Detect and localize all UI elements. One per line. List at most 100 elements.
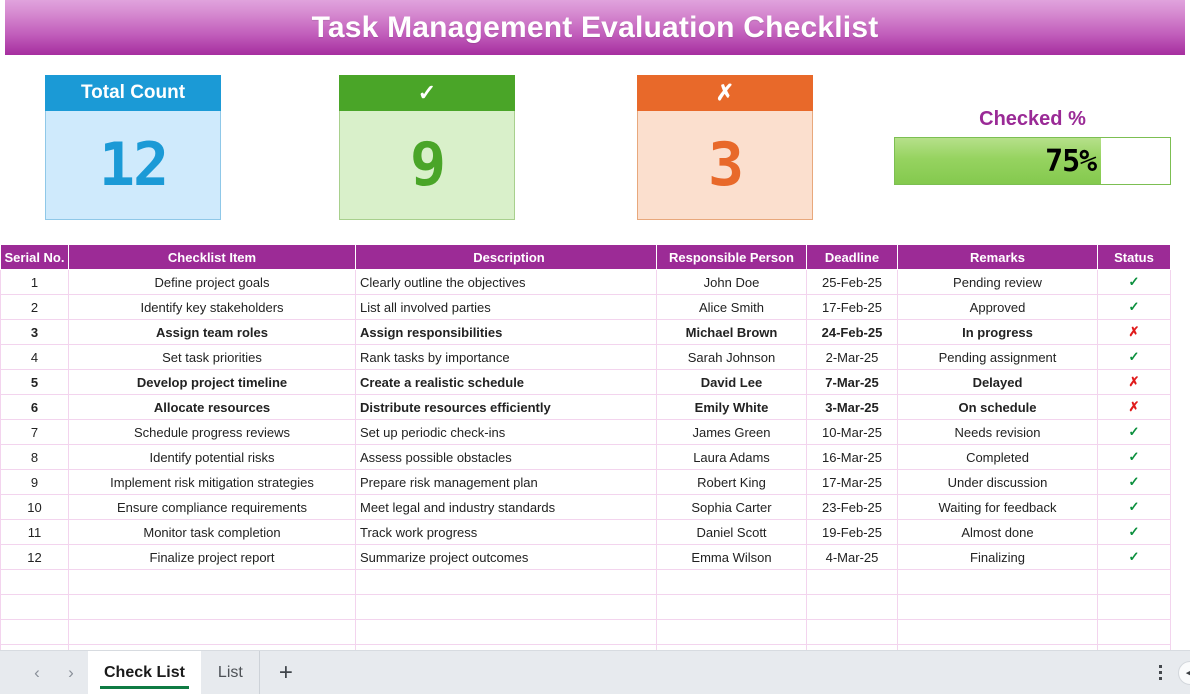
cell-status[interactable]: ✗ xyxy=(1097,369,1171,395)
column-header-deadline[interactable]: Deadline xyxy=(806,244,898,270)
sheet-tab-check-list[interactable]: Check List xyxy=(88,650,202,694)
cell-responsible-person[interactable]: Laura Adams xyxy=(656,444,807,470)
scroll-left-icon[interactable]: ◀ xyxy=(1178,660,1190,685)
cell-empty[interactable] xyxy=(656,619,807,645)
cell-description[interactable]: Track work progress xyxy=(355,519,657,545)
add-sheet-icon[interactable]: + xyxy=(260,651,312,694)
cell-deadline[interactable]: 24-Feb-25 xyxy=(806,319,898,345)
table-row[interactable]: 9 Implement risk mitigation strategies Pre… xyxy=(0,469,1171,495)
cell-checklist-item[interactable]: Identify potential risks xyxy=(68,444,356,470)
column-header-status[interactable]: Status xyxy=(1097,244,1171,270)
cell-responsible-person[interactable]: Sarah Johnson xyxy=(656,344,807,370)
cell-serial-no[interactable]: 2 xyxy=(0,294,69,320)
cell-remarks[interactable]: Completed xyxy=(897,444,1098,470)
cell-checklist-item[interactable]: Assign team roles xyxy=(68,319,356,345)
chevron-left-icon[interactable]: ‹ xyxy=(20,651,54,694)
table-row[interactable]: 11 Monitor task completion Track work prog… xyxy=(0,519,1171,545)
cell-deadline[interactable]: 17-Feb-25 xyxy=(806,294,898,320)
column-header-responsible-person[interactable]: Responsible Person xyxy=(656,244,807,270)
cell-status[interactable]: ✓ xyxy=(1097,469,1171,495)
cell-remarks[interactable]: On schedule xyxy=(897,394,1098,420)
cell-empty[interactable] xyxy=(355,569,657,595)
more-options-icon[interactable] xyxy=(1142,651,1178,694)
cell-deadline[interactable]: 25-Feb-25 xyxy=(806,269,898,295)
table-row-empty[interactable] xyxy=(0,594,1171,620)
cell-empty[interactable] xyxy=(1097,569,1171,595)
table-row[interactable]: 3 Assign team roles Assign responsibilitie… xyxy=(0,319,1171,345)
cell-description[interactable]: Meet legal and industry standards xyxy=(355,494,657,520)
table-row[interactable]: 12 Finalize project report Summarize proje… xyxy=(0,544,1171,570)
cell-serial-no[interactable]: 3 xyxy=(0,319,69,345)
table-row[interactable]: 5 Develop project timeline Create a realis… xyxy=(0,369,1171,395)
cell-deadline[interactable]: 2-Mar-25 xyxy=(806,344,898,370)
cell-remarks[interactable]: Approved xyxy=(897,294,1098,320)
cell-empty[interactable] xyxy=(1097,619,1171,645)
cell-description[interactable]: Rank tasks by importance xyxy=(355,344,657,370)
cell-empty[interactable] xyxy=(1097,594,1171,620)
cell-serial-no[interactable]: 12 xyxy=(0,544,69,570)
cell-status[interactable]: ✓ xyxy=(1097,544,1171,570)
cell-serial-no[interactable]: 7 xyxy=(0,419,69,445)
cell-empty[interactable] xyxy=(897,594,1098,620)
cell-serial-no[interactable]: 8 xyxy=(0,444,69,470)
cell-empty[interactable] xyxy=(0,594,69,620)
cell-serial-no[interactable]: 1 xyxy=(0,269,69,295)
cell-status[interactable]: ✓ xyxy=(1097,419,1171,445)
cell-empty[interactable] xyxy=(68,619,356,645)
sheet-tab-list[interactable]: List xyxy=(202,650,260,694)
cell-status[interactable]: ✓ xyxy=(1097,519,1171,545)
cell-checklist-item[interactable]: Schedule progress reviews xyxy=(68,419,356,445)
cell-description[interactable]: Clearly outline the objectives xyxy=(355,269,657,295)
chevron-right-icon[interactable]: › xyxy=(54,651,88,694)
cell-empty[interactable] xyxy=(656,569,807,595)
cell-status[interactable]: ✓ xyxy=(1097,344,1171,370)
cell-description[interactable]: Distribute resources efficiently xyxy=(355,394,657,420)
cell-description[interactable]: Create a realistic schedule xyxy=(355,369,657,395)
cell-checklist-item[interactable]: Implement risk mitigation strategies xyxy=(68,469,356,495)
cell-serial-no[interactable]: 6 xyxy=(0,394,69,420)
cell-responsible-person[interactable]: David Lee xyxy=(656,369,807,395)
table-row[interactable]: 4 Set task priorities Rank tasks by import… xyxy=(0,344,1171,370)
cell-checklist-item[interactable]: Monitor task completion xyxy=(68,519,356,545)
cell-remarks[interactable]: In progress xyxy=(897,319,1098,345)
cell-serial-no[interactable]: 5 xyxy=(0,369,69,395)
cell-description[interactable]: List all involved parties xyxy=(355,294,657,320)
cell-deadline[interactable]: 4-Mar-25 xyxy=(806,544,898,570)
table-row[interactable]: 7 Schedule progress reviews Set up periodi… xyxy=(0,419,1171,445)
cell-responsible-person[interactable]: Emma Wilson xyxy=(656,544,807,570)
cell-empty[interactable] xyxy=(897,619,1098,645)
cell-description[interactable]: Prepare risk management plan xyxy=(355,469,657,495)
cell-remarks[interactable]: Pending review xyxy=(897,269,1098,295)
cell-empty[interactable] xyxy=(897,569,1098,595)
cell-responsible-person[interactable]: James Green xyxy=(656,419,807,445)
cell-serial-no[interactable]: 9 xyxy=(0,469,69,495)
column-header-checklist-item[interactable]: Checklist Item xyxy=(68,244,356,270)
cell-status[interactable]: ✓ xyxy=(1097,294,1171,320)
cell-status[interactable]: ✓ xyxy=(1097,494,1171,520)
cell-status[interactable]: ✓ xyxy=(1097,269,1171,295)
table-row[interactable]: 2 Identify key stakeholders List all invol… xyxy=(0,294,1171,320)
cell-checklist-item[interactable]: Finalize project report xyxy=(68,544,356,570)
cell-responsible-person[interactable]: Daniel Scott xyxy=(656,519,807,545)
cell-serial-no[interactable]: 4 xyxy=(0,344,69,370)
cell-empty[interactable] xyxy=(0,569,69,595)
cell-empty[interactable] xyxy=(355,619,657,645)
cell-responsible-person[interactable]: Sophia Carter xyxy=(656,494,807,520)
cell-description[interactable]: Assign responsibilities xyxy=(355,319,657,345)
cell-responsible-person[interactable]: Alice Smith xyxy=(656,294,807,320)
column-header-remarks[interactable]: Remarks xyxy=(897,244,1098,270)
cell-remarks[interactable]: Under discussion xyxy=(897,469,1098,495)
column-header-serial-no[interactable]: Serial No. xyxy=(0,244,69,270)
table-row[interactable]: 10 Ensure compliance requirements Meet leg… xyxy=(0,494,1171,520)
cell-deadline[interactable]: 3-Mar-25 xyxy=(806,394,898,420)
cell-empty[interactable] xyxy=(806,594,898,620)
cell-deadline[interactable]: 10-Mar-25 xyxy=(806,419,898,445)
cell-checklist-item[interactable]: Allocate resources xyxy=(68,394,356,420)
cell-empty[interactable] xyxy=(656,594,807,620)
cell-checklist-item[interactable]: Define project goals xyxy=(68,269,356,295)
cell-checklist-item[interactable]: Ensure compliance requirements xyxy=(68,494,356,520)
cell-checklist-item[interactable]: Identify key stakeholders xyxy=(68,294,356,320)
cell-description[interactable]: Set up periodic check-ins xyxy=(355,419,657,445)
cell-responsible-person[interactable]: Michael Brown xyxy=(656,319,807,345)
cell-description[interactable]: Assess possible obstacles xyxy=(355,444,657,470)
